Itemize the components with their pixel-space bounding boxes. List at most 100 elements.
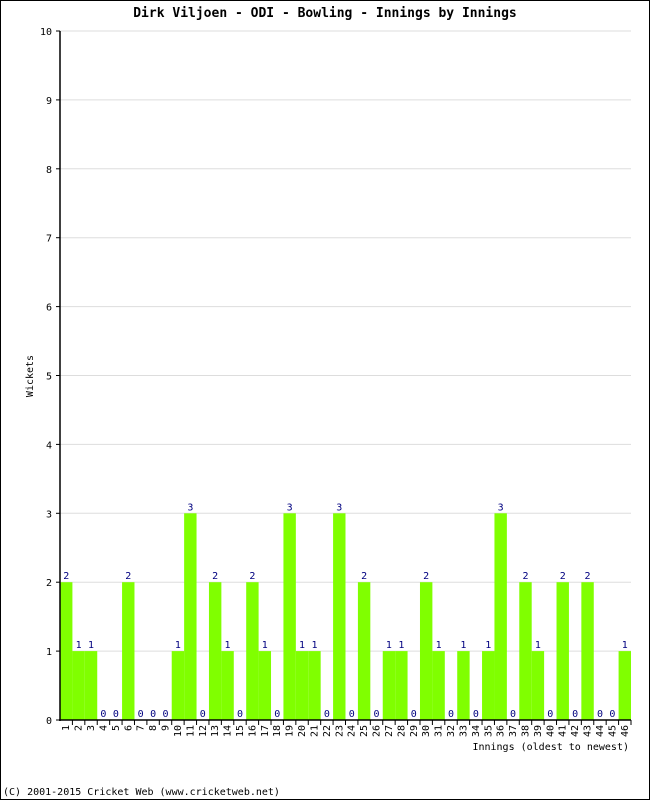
x-tick-label: 26 <box>372 725 383 737</box>
bar <box>618 651 631 720</box>
x-tick-label: 15 <box>235 725 246 737</box>
data-label: 2 <box>361 571 367 582</box>
x-tick-label: 31 <box>434 725 445 737</box>
x-tick-label: 34 <box>471 725 482 737</box>
x-tick-label: 10 <box>173 725 184 737</box>
y-tick-label: 1 <box>46 647 52 658</box>
bar <box>60 582 73 720</box>
bar <box>246 582 259 720</box>
data-label: 0 <box>510 709 516 720</box>
data-label: 0 <box>100 709 106 720</box>
x-tick-label: 45 <box>607 725 618 737</box>
x-tick-label: 1 <box>61 725 72 731</box>
data-label: 1 <box>460 640 466 651</box>
x-tick-label: 20 <box>297 725 308 737</box>
bar <box>184 513 197 720</box>
x-tick-label: 8 <box>148 725 159 731</box>
x-tick-label: 35 <box>483 725 494 737</box>
data-label: 1 <box>622 640 628 651</box>
data-label: 3 <box>336 502 342 513</box>
x-tick-label: 36 <box>496 725 507 737</box>
x-tick-label: 5 <box>111 725 122 731</box>
y-tick-label: 0 <box>46 716 52 727</box>
bar <box>84 651 98 720</box>
data-label: 0 <box>324 709 330 720</box>
x-tick-label: 29 <box>409 725 420 737</box>
data-label: 0 <box>374 709 380 720</box>
x-tick-label: 28 <box>396 725 407 737</box>
data-label: 1 <box>175 640 181 651</box>
bar <box>221 651 234 720</box>
data-label: 0 <box>597 709 603 720</box>
data-label: 2 <box>560 571 566 582</box>
bar <box>519 582 532 720</box>
x-tick-label: 37 <box>508 725 519 737</box>
bar <box>208 582 222 720</box>
x-tick-label: 39 <box>533 725 544 737</box>
x-tick-label: 43 <box>583 725 594 737</box>
y-tick-labels: 0 1 2 3 4 5 6 7 8 9 10 <box>40 27 52 727</box>
y-axis-label: Wickets <box>25 355 36 397</box>
x-tick-label: 16 <box>247 725 258 737</box>
data-label: 0 <box>411 709 417 720</box>
bar <box>482 651 495 720</box>
bar <box>308 651 321 720</box>
x-tick-label: 42 <box>570 725 581 737</box>
data-label: 1 <box>88 640 94 651</box>
data-label: 2 <box>522 571 528 582</box>
data-label: 3 <box>287 502 293 513</box>
y-tick-label: 3 <box>46 509 52 520</box>
y-tick-label: 8 <box>46 165 52 176</box>
y-tick-label: 2 <box>46 578 52 589</box>
x-tick-label: 12 <box>198 725 209 737</box>
bar <box>295 651 309 720</box>
x-tick-label: 4 <box>98 725 109 731</box>
data-label: 2 <box>423 571 429 582</box>
bar <box>333 513 346 720</box>
data-label: 1 <box>299 640 305 651</box>
x-tick-label: 38 <box>520 725 531 737</box>
y-tick-label: 4 <box>46 440 52 451</box>
data-label: 0 <box>150 709 156 720</box>
x-tick-label: 19 <box>285 725 296 737</box>
data-label: 0 <box>349 709 355 720</box>
data-label: 0 <box>138 709 144 720</box>
data-label: 1 <box>225 640 231 651</box>
data-label: 0 <box>547 709 553 720</box>
x-tick-label: 41 <box>558 725 569 737</box>
data-label: 0 <box>237 709 243 720</box>
x-tick-label: 27 <box>384 725 395 737</box>
data-label: 2 <box>63 571 69 582</box>
x-tick-label: 3 <box>86 725 97 731</box>
data-label: 0 <box>113 709 119 720</box>
data-label: 1 <box>485 640 491 651</box>
x-tick-label: 44 <box>595 725 606 737</box>
data-label: 0 <box>473 709 479 720</box>
x-tick-label: 13 <box>210 725 221 737</box>
data-label: 1 <box>398 640 404 651</box>
x-tick-label: 7 <box>136 725 147 731</box>
data-label: 0 <box>274 709 280 720</box>
bar <box>72 651 85 720</box>
x-tick-label: 46 <box>620 725 631 737</box>
bar <box>122 582 135 720</box>
y-tick-label: 9 <box>46 96 52 107</box>
data-label: 2 <box>212 571 218 582</box>
x-axis-label: Innings (oldest to newest) <box>472 742 629 753</box>
x-tick-label: 25 <box>359 725 370 737</box>
data-label: 0 <box>200 709 206 720</box>
x-tick-label: 32 <box>446 725 457 737</box>
bar <box>395 651 408 720</box>
data-label: 1 <box>436 640 442 651</box>
data-label: 0 <box>572 709 578 720</box>
x-tick-label: 18 <box>272 725 283 737</box>
x-tick-label: 22 <box>322 725 333 737</box>
data-label: 3 <box>498 502 504 513</box>
bars <box>60 513 631 720</box>
y-tick-label: 7 <box>46 234 52 245</box>
bar <box>432 651 445 720</box>
bar <box>382 651 396 720</box>
x-tick-label: 24 <box>347 725 358 737</box>
data-label: 1 <box>386 640 392 651</box>
x-tick-label: 21 <box>309 725 320 737</box>
